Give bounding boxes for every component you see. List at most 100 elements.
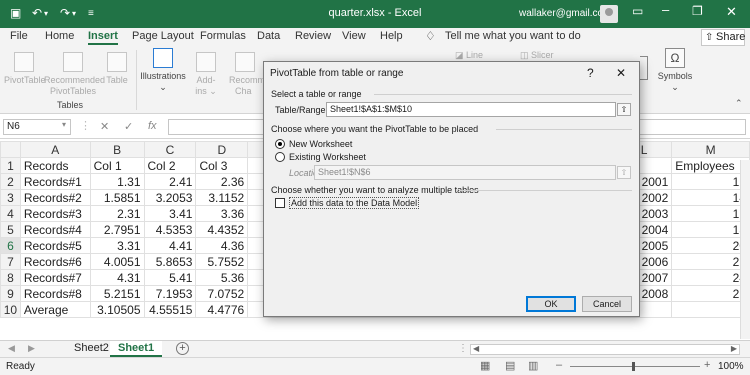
tab-data[interactable]: Data xyxy=(257,30,280,42)
cell-d4[interactable]: 3.36 xyxy=(195,205,249,222)
ribbon-display-icon[interactable]: ▭ xyxy=(632,4,643,18)
slicer-button[interactable]: ◫ Slicer xyxy=(520,50,564,61)
cell-c6[interactable]: 4.41 xyxy=(143,237,197,254)
zoom-level[interactable]: 100% xyxy=(718,361,744,372)
cell-c9[interactable]: 7.1953 xyxy=(143,285,197,302)
row-header[interactable]: 8 xyxy=(0,269,21,286)
tab-home[interactable]: Home xyxy=(45,30,74,42)
cell-a10[interactable]: Average xyxy=(19,301,91,318)
tab-sheet1[interactable]: Sheet1 xyxy=(110,341,163,357)
cell-c5[interactable]: 4.5353 xyxy=(143,221,197,238)
cell-a4[interactable]: Records#3 xyxy=(19,205,91,222)
row-header[interactable]: 10 xyxy=(0,301,21,318)
column-header-c[interactable]: C xyxy=(143,141,197,158)
cell-d5[interactable]: 4.4352 xyxy=(195,221,249,238)
cell-c8[interactable]: 5.41 xyxy=(143,269,197,286)
column-header-m[interactable]: M xyxy=(671,141,750,158)
existing-worksheet-label[interactable]: Existing Worksheet xyxy=(289,152,366,162)
row-header[interactable]: 3 xyxy=(0,189,21,206)
cell-a7[interactable]: Records#6 xyxy=(19,253,91,270)
zoom-in-icon[interactable]: + xyxy=(704,359,710,371)
cell-a5[interactable]: Records#4 xyxy=(19,221,91,238)
table-button[interactable]: Table xyxy=(103,52,131,86)
enter-icon[interactable]: ✓ xyxy=(124,120,133,133)
zoom-slider-thumb[interactable] xyxy=(632,362,635,371)
tab-file[interactable]: File xyxy=(10,30,28,42)
tell-me-search[interactable]: Tell me what you want to do xyxy=(445,30,581,42)
cell-d6[interactable]: 4.36 xyxy=(195,237,249,254)
tab-review[interactable]: Review xyxy=(295,30,331,42)
zoom-out-icon[interactable]: – xyxy=(556,359,562,371)
cell-d3[interactable]: 3.1152 xyxy=(195,189,249,206)
avatar[interactable] xyxy=(600,5,618,23)
help-icon[interactable]: ? xyxy=(587,66,594,80)
illustrations-button[interactable]: Illustrations ⌄ xyxy=(140,48,186,93)
tab-help[interactable]: Help xyxy=(380,30,403,42)
tab-insert[interactable]: Insert xyxy=(88,30,118,45)
horizontal-scrollbar[interactable]: ◀ ▶ xyxy=(470,344,740,355)
cell-c1[interactable]: Col 2 xyxy=(143,157,197,174)
new-worksheet-radio[interactable] xyxy=(275,139,285,149)
cell-d9[interactable]: 7.0752 xyxy=(195,285,249,302)
location-input[interactable]: Sheet1!$N$6 xyxy=(314,165,616,180)
cell-c10[interactable]: 4.55515 xyxy=(143,301,197,318)
cell-d8[interactable]: 5.36 xyxy=(195,269,249,286)
user-account[interactable]: wallaker@gmail.com xyxy=(519,8,611,19)
cell-a9[interactable]: Records#8 xyxy=(19,285,91,302)
cell-c2[interactable]: 2.41 xyxy=(143,173,197,190)
cell-b2[interactable]: 1.31 xyxy=(89,173,145,190)
row-header[interactable]: 5 xyxy=(0,221,21,238)
cell-a8[interactable]: Records#7 xyxy=(19,269,91,286)
row-header[interactable]: 7 xyxy=(0,253,21,270)
recommended-charts-button[interactable]: Recomm Cha xyxy=(229,52,263,97)
cell-a2[interactable]: Records#1 xyxy=(19,173,91,190)
pivottable-button[interactable]: PivotTable xyxy=(4,52,46,86)
share-button[interactable]: ⇧ Share xyxy=(701,29,745,46)
name-box-dropdown-icon[interactable]: ▾ xyxy=(62,120,66,129)
page-layout-view-icon[interactable]: ▤ xyxy=(505,359,515,372)
cell-c4[interactable]: 3.41 xyxy=(143,205,197,222)
cell-b4[interactable]: 2.31 xyxy=(89,205,145,222)
location-collapse-icon[interactable]: ⇧ xyxy=(617,166,631,179)
select-all-corner[interactable] xyxy=(0,141,21,158)
tab-page-layout[interactable]: Page Layout xyxy=(132,30,194,42)
column-header-b[interactable]: B xyxy=(89,141,145,158)
normal-view-icon[interactable]: ▦ xyxy=(480,359,490,372)
scroll-left-icon[interactable]: ◀ xyxy=(473,344,479,353)
cell-a6[interactable]: Records#5 xyxy=(19,237,91,254)
cell-m5[interactable]: 18 xyxy=(671,221,750,238)
row-header[interactable]: 6 xyxy=(0,237,21,254)
cell-d2[interactable]: 2.36 xyxy=(195,173,249,190)
cell-m2[interactable]: 12 xyxy=(671,173,750,190)
column-header-a[interactable]: A xyxy=(19,141,91,158)
data-model-checkbox[interactable] xyxy=(275,198,285,208)
cell-b5[interactable]: 2.7951 xyxy=(89,221,145,238)
cell-b10[interactable]: 3.10505 xyxy=(89,301,145,318)
cancel-icon[interactable]: ✕ xyxy=(100,120,109,133)
prev-sheet-icon[interactable]: ◀ xyxy=(8,343,15,354)
cell-b3[interactable]: 1.5851 xyxy=(89,189,145,206)
table-range-input[interactable]: Sheet1!$A$1:$M$10 xyxy=(326,102,616,117)
cell-a1[interactable]: Records xyxy=(19,157,91,174)
cell-d1[interactable]: Col 3 xyxy=(195,157,249,174)
cell-m1[interactable]: Employees xyxy=(671,157,750,174)
zoom-slider[interactable] xyxy=(570,362,700,371)
cell-b8[interactable]: 4.31 xyxy=(89,269,145,286)
data-model-label[interactable]: Add this data to the Data Model xyxy=(289,197,420,209)
cell-m8[interactable]: 24 xyxy=(671,269,750,286)
insert-function-icon[interactable]: fx xyxy=(148,120,157,132)
cell-a3[interactable]: Records#2 xyxy=(19,189,91,206)
row-header[interactable]: 9 xyxy=(0,285,21,302)
cell-m10[interactable] xyxy=(671,301,750,318)
new-worksheet-label[interactable]: New Worksheet xyxy=(289,139,352,149)
column-header-d[interactable]: D xyxy=(195,141,249,158)
symbols-button[interactable]: Ω Symbols ⌄ xyxy=(656,48,694,93)
row-header[interactable]: 4 xyxy=(0,205,21,222)
close-window-icon[interactable]: ✕ xyxy=(726,4,737,20)
collapse-ribbon-icon[interactable]: ⌃ xyxy=(735,98,743,109)
addins-button[interactable]: Add- ins ⌄ xyxy=(192,52,220,97)
tab-view[interactable]: View xyxy=(342,30,366,42)
name-box[interactable]: N6 xyxy=(3,119,71,135)
next-sheet-icon[interactable]: ▶ xyxy=(28,343,35,354)
minimize-icon[interactable]: – xyxy=(662,2,669,17)
